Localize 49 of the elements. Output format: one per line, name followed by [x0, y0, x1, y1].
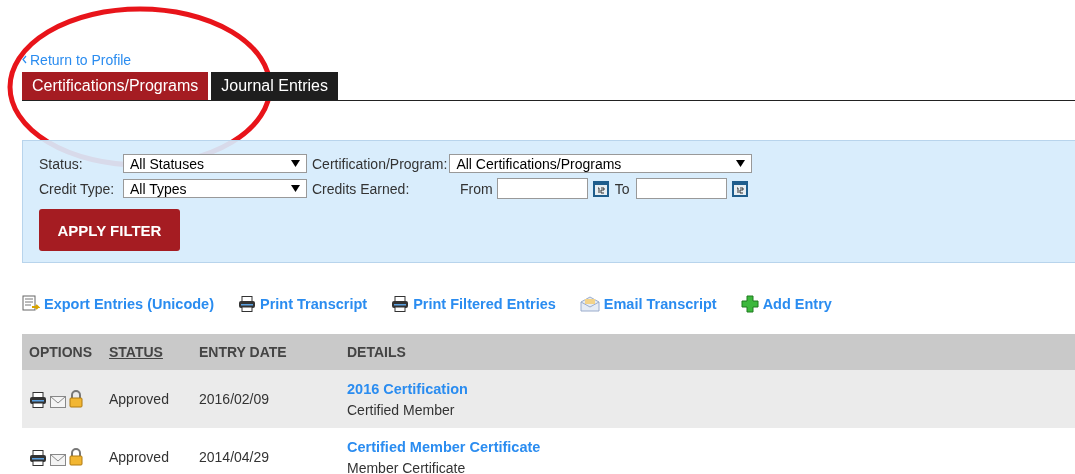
from-date-field[interactable]	[496, 178, 588, 199]
column-header: OPTIONS	[29, 344, 92, 360]
status-label: Status:	[39, 155, 84, 172]
column-sort-link[interactable]: STATUS	[109, 344, 163, 360]
status-dropdown[interactable]: All Statuses	[123, 154, 307, 173]
envelope-icon[interactable]	[50, 454, 66, 466]
entry-subtitle: Member Certificate	[347, 459, 466, 474]
envelope-icon	[579, 296, 600, 312]
calendar-icon[interactable]	[731, 179, 750, 198]
return-link[interactable]: Return to Profile	[22, 51, 132, 68]
action-link[interactable]: Email Transcript	[579, 296, 717, 312]
entry-title-link[interactable]: Certified Member Certificate	[347, 438, 541, 455]
program-dropdown[interactable]: All Certifications/Programs	[449, 154, 753, 173]
entry-date: 2016/02/09	[199, 391, 270, 407]
status-text: Approved	[109, 391, 169, 407]
entry-date: 2014/04/29	[199, 449, 270, 465]
caret-icon	[291, 185, 300, 192]
printer-icon[interactable]	[29, 450, 47, 466]
to-label: To	[614, 180, 630, 197]
status-text: Approved	[109, 449, 169, 465]
credits-earned-label: Credits Earned:	[312, 180, 411, 197]
action-link[interactable]: Print Transcript	[238, 296, 368, 312]
padlock-icon[interactable]	[69, 448, 83, 466]
entry-subtitle: Certified Member	[347, 401, 455, 418]
action-link[interactable]: Print Filtered Entries	[391, 296, 556, 312]
from-label: From	[460, 180, 493, 197]
credit-type-label: Credit Type:	[39, 180, 116, 197]
to-date-field[interactable]	[636, 178, 728, 199]
caret-icon	[736, 160, 746, 167]
caret-icon	[291, 160, 300, 167]
document-icon	[22, 295, 40, 313]
action-link[interactable]: Export Entries (Unicode)	[22, 295, 214, 313]
entry-title-link[interactable]: 2016 Certification	[347, 380, 468, 397]
printer-icon	[238, 296, 256, 312]
plus-icon	[740, 295, 759, 313]
tab[interactable]: Certifications/Programs	[22, 72, 209, 100]
tab[interactable]: Journal Entries	[211, 72, 338, 100]
chevron-icon	[22, 55, 27, 64]
padlock-icon[interactable]	[69, 390, 83, 408]
column-header: DETAILS	[347, 344, 406, 360]
credit-type-dropdown[interactable]: All Types	[123, 179, 307, 198]
calendar-icon[interactable]	[591, 179, 610, 198]
apply-filter-button[interactable]: APPLY FILTER	[39, 209, 180, 251]
envelope-icon[interactable]	[50, 396, 66, 408]
printer-icon	[391, 296, 410, 312]
column-header: ENTRY DATE	[199, 344, 287, 360]
program-label: Certification/Program:	[312, 155, 448, 172]
printer-icon[interactable]	[29, 392, 47, 408]
action-link[interactable]: Add Entry	[740, 295, 832, 313]
